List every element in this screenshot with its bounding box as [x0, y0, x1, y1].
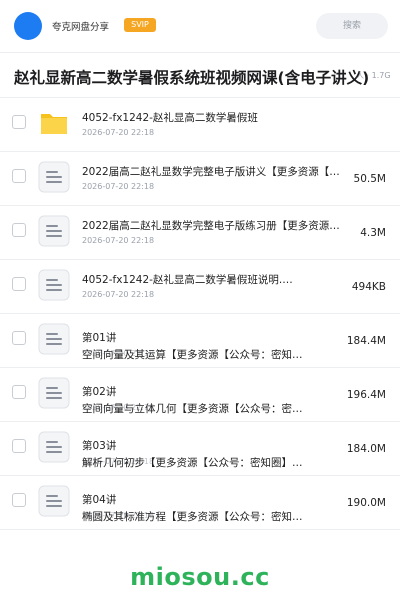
row-checkbox[interactable] [12, 439, 26, 453]
row-checkbox[interactable] [12, 277, 26, 291]
file-name: 第02讲 [82, 386, 117, 398]
file-size: 4.3M [360, 227, 386, 239]
file-row[interactable]: 2026-07-20 22:18 第02讲 空间向量与立体几何【更多资源【公众号：密… [0, 368, 400, 422]
document-icon [38, 269, 70, 301]
file-date: 2026-07-20 22:18 [82, 182, 155, 191]
document-icon [38, 215, 70, 247]
row-checkbox[interactable] [12, 115, 26, 129]
folder-header: 赵礼显新高二数学暑假系统班视频网课(含电子讲义) 人 · 1.7G [0, 53, 400, 97]
file-name: 4052-fx1242-赵礼显高二数学暑假班 [82, 112, 258, 124]
file-row[interactable]: 2026-07-20 22:18 第01讲 空间向量及其运算【更多资源【公众号：密知… [0, 314, 400, 368]
folder-size: 1.7G [371, 71, 391, 80]
header: 夸克网盘分享 SVIP 搜索 [0, 0, 400, 52]
file-name-line2: 空间向量及其运算【更多资源【公众号：密知… [82, 349, 303, 361]
file-size: 190.0M [346, 497, 386, 509]
file-name: 4052-fx1242-赵礼显高二数学暑假班说明.… [82, 274, 293, 286]
file-name: 2022届高二赵礼显数学完整电子版练习册【更多资源… [82, 220, 340, 232]
folder-meta: 人 · 1.7G [356, 70, 400, 81]
document-icon [38, 431, 70, 463]
file-name: 第03讲 [82, 440, 117, 452]
document-icon [38, 323, 70, 355]
file-row[interactable]: 2026-07-20 22:18 2022届高二赵礼显数学完整电子版练习册【更多资… [0, 206, 400, 260]
document-icon [38, 377, 70, 409]
folder-meta-prefix: 人 [356, 71, 364, 80]
file-name-line2: 空间向量与立体几何【更多资源【公众号：密… [82, 403, 303, 415]
file-size: 184.0M [346, 443, 386, 455]
file-name: 第01讲 [82, 332, 117, 344]
file-date: 2026-07-20 22:18 [82, 236, 155, 245]
svip-badge: SVIP [124, 18, 156, 32]
file-name-line2: 椭圆及其标准方程【更多资源【公众号：密知… [82, 511, 303, 523]
avatar[interactable] [14, 12, 42, 40]
file-row[interactable]: 2026-07-20 22:18 第04讲 椭圆及其标准方程【更多资源【公众号：密知… [0, 476, 400, 530]
file-size: 50.5M [353, 173, 386, 185]
search-input[interactable]: 搜索 [316, 13, 388, 39]
document-icon [38, 161, 70, 193]
file-size: 196.4M [346, 389, 386, 401]
file-name-line2: 解析几何初步【更多资源【公众号：密知圈】… [82, 457, 303, 469]
file-size: 494KB [351, 281, 386, 293]
row-checkbox[interactable] [12, 331, 26, 345]
row-checkbox[interactable] [12, 493, 26, 507]
row-checkbox[interactable] [12, 223, 26, 237]
file-size: 184.4M [346, 335, 386, 347]
file-row[interactable]: 2026-07-20 22:18 4052-fx1242-赵礼显高二数学暑假班说明… [0, 260, 400, 314]
file-row[interactable]: 2026-07-20 22:18 4052-fx1242-赵礼显高二数学暑假班 [0, 98, 400, 152]
row-checkbox[interactable] [12, 169, 26, 183]
row-checkbox[interactable] [12, 385, 26, 399]
file-date: 2026-07-20 22:18 [82, 290, 155, 299]
watermark: miosou.cc [130, 563, 270, 591]
file-name: 2022届高二赵礼显数学完整电子版讲义【更多资源【… [82, 166, 340, 178]
folder-meta-separator: · [364, 71, 372, 80]
file-row[interactable]: 2026-07-20 22:18 2022届高二赵礼显数学完整电子版讲义【更多资源… [0, 152, 400, 206]
document-icon [38, 485, 70, 517]
file-name: 第04讲 [82, 494, 117, 506]
folder-title: 赵礼显新高二数学暑假系统班视频网课(含电子讲义) [14, 69, 370, 87]
file-date: 2026-07-20 22:18 [82, 128, 155, 137]
file-row[interactable]: 2026-07-20 22:18 第03讲 解析几何初步【更多资源【公众号：密知圈】… [0, 422, 400, 476]
folder-icon [38, 107, 70, 139]
owner-name: 夸克网盘分享 [52, 22, 110, 33]
